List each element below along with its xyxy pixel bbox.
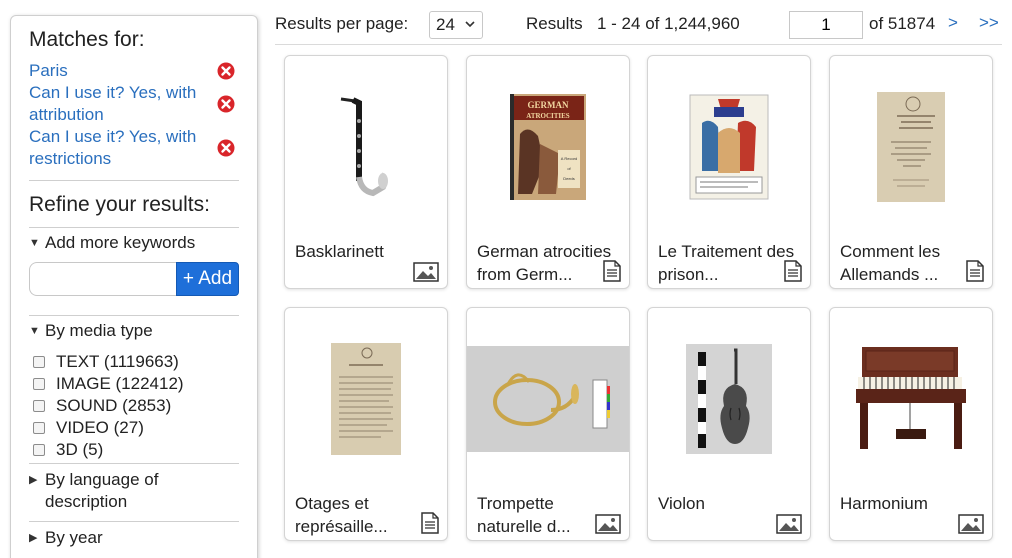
keyword-input[interactable] (29, 262, 176, 296)
document-icon (784, 260, 802, 282)
image-icon (776, 514, 802, 534)
year-section: ▶ By year (29, 521, 239, 549)
media-type-label: By media type (45, 321, 153, 340)
language-section: ▶ By language of description (29, 463, 239, 513)
result-title: Violon (658, 494, 705, 513)
result-card[interactable]: Comment les Allemands ... (829, 55, 993, 289)
language-toggle[interactable]: ▶ By language of description (29, 469, 239, 513)
thumbnail-comment-les-allemands (830, 56, 992, 238)
result-title: German atrocities from Germ... (477, 242, 612, 284)
media-option-label: SOUND (2853) (56, 396, 172, 415)
media-option-label: 3D (5) (56, 440, 104, 459)
thumbnail-otages-et-represailles (285, 308, 447, 490)
active-filter: Paris (29, 60, 235, 82)
thumbnail-trompette-naturelle (467, 308, 629, 490)
refine-heading: Refine your results: (29, 193, 210, 216)
media-option-video: VIDEO (27) (29, 417, 239, 439)
keywords-label: Add more keywords (45, 233, 196, 252)
svg-text:GERMAN: GERMAN (528, 100, 569, 110)
checkbox[interactable] (33, 422, 45, 434)
remove-filter-icon[interactable] (217, 139, 235, 157)
image-icon (958, 514, 984, 534)
active-filters: Paris Can I use it? Yes, with attributio… (29, 60, 239, 170)
result-card[interactable]: Violon (647, 307, 811, 541)
document-icon (603, 260, 621, 282)
filter-label-paris[interactable]: Paris (29, 60, 214, 82)
result-card[interactable]: Harmonium (829, 307, 993, 541)
media-option-label: IMAGE (122412) (56, 374, 184, 393)
result-title: Harmonium (840, 494, 928, 513)
media-option-label: TEXT (1119663) (56, 352, 179, 371)
result-title: Le Traitement des prison... (658, 242, 795, 284)
caret-down-icon: ▼ (29, 325, 40, 337)
result-card[interactable]: Le Traitement des prison... (647, 55, 811, 289)
svg-text:Deeds: Deeds (563, 176, 575, 181)
thumbnail-violon (648, 308, 810, 490)
document-icon (421, 512, 439, 534)
caret-right-icon: ▶ (29, 532, 38, 544)
caret-right-icon: ▶ (29, 474, 38, 486)
keyword-form: + Add (29, 262, 239, 296)
year-label: By year (45, 528, 103, 547)
page-number-input[interactable] (789, 11, 863, 39)
media-type-options: TEXT (1119663) IMAGE (122412) SOUND (285… (29, 351, 239, 461)
per-page-label: Results per page: (275, 14, 409, 33)
filter-sidebar: Matches for: Paris Can I use it? Yes, wi… (10, 15, 258, 558)
media-option-label: VIDEO (27) (56, 418, 144, 437)
next-page-link[interactable]: > (948, 13, 958, 33)
per-page-value: 24 (436, 15, 455, 34)
caret-down-icon: ▼ (29, 237, 40, 249)
chevron-down-icon (465, 21, 475, 28)
media-option-image: IMAGE (122412) (29, 373, 239, 395)
keywords-section: ▼ Add more keywords + Add (29, 227, 239, 296)
media-type-toggle[interactable]: ▼ By media type (29, 320, 239, 342)
checkbox[interactable] (33, 400, 45, 412)
image-icon (413, 262, 439, 282)
thumbnail-harmonium (830, 308, 992, 490)
media-option-3d: 3D (5) (29, 439, 239, 461)
keywords-toggle[interactable]: ▼ Add more keywords (29, 232, 239, 254)
image-icon (595, 514, 621, 534)
refine-section: Refine your results: (29, 180, 239, 219)
svg-text:A Record: A Record (561, 156, 577, 161)
results-range: 1 - 24 of 1,244,960 (597, 14, 740, 33)
last-page-link[interactable]: >> (979, 13, 999, 33)
result-title: Comment les Allemands ... (840, 242, 941, 284)
media-option-sound: SOUND (2853) (29, 395, 239, 417)
filter-label-attribution[interactable]: Can I use it? Yes, with attribution (29, 82, 214, 126)
media-option-text: TEXT (1119663) (29, 351, 239, 373)
checkbox[interactable] (33, 444, 45, 456)
thumbnail-german-atrocities: GERMAN ATROCITIES A Record of Deeds (467, 56, 629, 238)
checkbox[interactable] (33, 378, 45, 390)
active-filter: Can I use it? Yes, with restrictions (29, 126, 235, 170)
result-title: Basklarinett (295, 242, 384, 261)
active-filter: Can I use it? Yes, with attribution (29, 82, 235, 126)
result-card[interactable]: Trompette naturelle d... (466, 307, 630, 541)
document-icon (966, 260, 984, 282)
remove-filter-icon[interactable] (217, 95, 235, 113)
language-label: By language of description (45, 470, 159, 511)
add-keyword-button[interactable]: + Add (176, 262, 239, 296)
year-toggle[interactable]: ▶ By year (29, 527, 239, 549)
remove-filter-icon[interactable] (217, 62, 235, 80)
checkbox[interactable] (33, 356, 45, 368)
filter-label-restrictions[interactable]: Can I use it? Yes, with restrictions (29, 126, 214, 170)
result-card[interactable]: Otages et représaille... (284, 307, 448, 541)
svg-text:ATROCITIES: ATROCITIES (526, 112, 570, 120)
total-pages: of 51874 (869, 14, 936, 33)
matches-heading: Matches for: (29, 28, 145, 51)
per-page-select[interactable]: 24 (429, 11, 483, 39)
media-type-section: ▼ By media type TEXT (1119663) IMAGE (12… (29, 315, 239, 461)
results-label: Results (526, 14, 583, 33)
results-toolbar: Results per page: 24 Results 1 - 24 of 1… (275, 0, 1002, 45)
thumbnail-bass-clarinet (285, 56, 447, 238)
result-card[interactable]: GERMAN ATROCITIES A Record of Deeds Germ… (466, 55, 630, 289)
result-title: Otages et représaille... (295, 494, 388, 536)
result-card[interactable]: Basklarinett (284, 55, 448, 289)
thumbnail-le-traitement (648, 56, 810, 238)
